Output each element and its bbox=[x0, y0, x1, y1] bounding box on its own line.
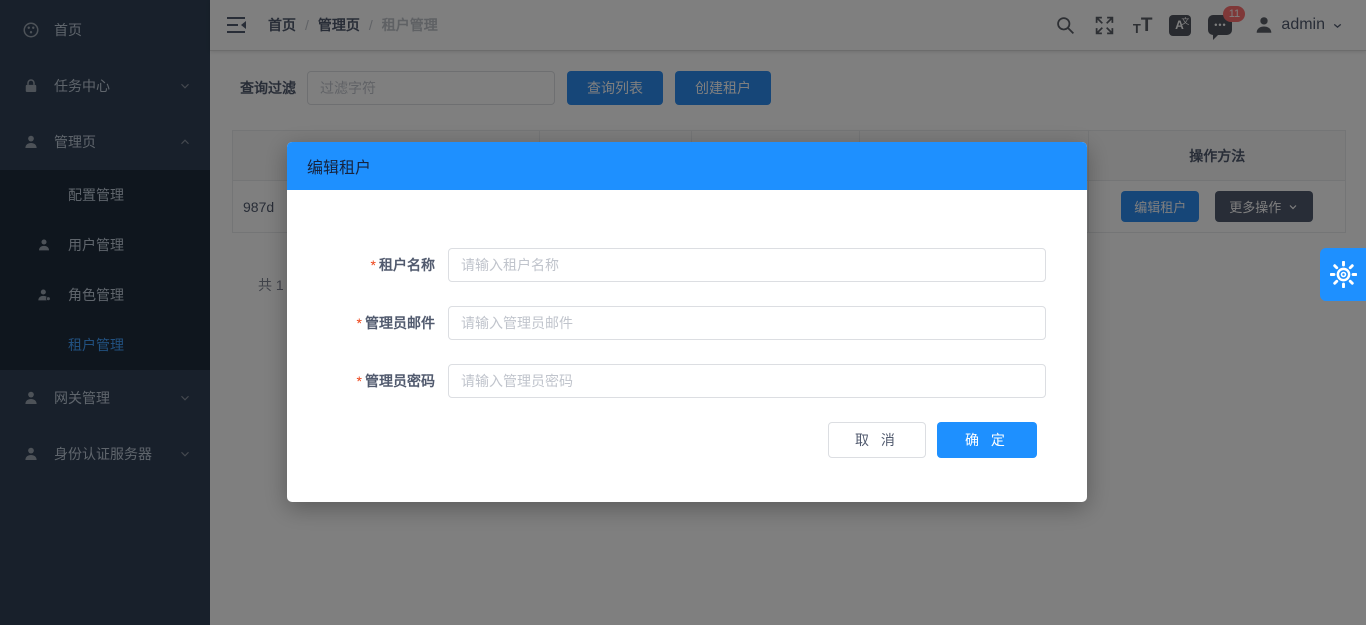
admin-password-input[interactable] bbox=[448, 364, 1046, 398]
modal-header: 编辑租户 bbox=[287, 142, 1087, 190]
form-row-tenant-name: *租户名称 bbox=[287, 248, 1087, 282]
field-label-text: 管理员密码 bbox=[365, 373, 435, 389]
admin-email-label: *管理员邮件 bbox=[287, 313, 448, 333]
modal-title: 编辑租户 bbox=[307, 154, 371, 178]
admin-password-label: *管理员密码 bbox=[287, 371, 448, 391]
required-asterisk: * bbox=[357, 315, 362, 331]
settings-panel-button[interactable] bbox=[1320, 248, 1366, 301]
edit-tenant-modal: 编辑租户 *租户名称 *管理员邮件 *管理员密码 取 消 确 定 bbox=[287, 142, 1087, 502]
field-label-text: 租户名称 bbox=[379, 257, 435, 273]
modal-body: *租户名称 *管理员邮件 *管理员密码 取 消 确 定 bbox=[287, 190, 1087, 458]
confirm-button[interactable]: 确 定 bbox=[937, 422, 1037, 458]
required-asterisk: * bbox=[371, 257, 376, 273]
tenant-name-label: *租户名称 bbox=[287, 255, 448, 275]
admin-email-input[interactable] bbox=[448, 306, 1046, 340]
field-label-text: 管理员邮件 bbox=[365, 315, 435, 331]
gear-icon bbox=[1330, 261, 1357, 288]
form-row-admin-email: *管理员邮件 bbox=[287, 306, 1087, 340]
required-asterisk: * bbox=[357, 373, 362, 389]
tenant-name-input[interactable] bbox=[448, 248, 1046, 282]
cancel-button[interactable]: 取 消 bbox=[828, 422, 926, 458]
form-row-admin-password: *管理员密码 bbox=[287, 364, 1087, 398]
modal-footer: 取 消 确 定 bbox=[287, 422, 1087, 458]
